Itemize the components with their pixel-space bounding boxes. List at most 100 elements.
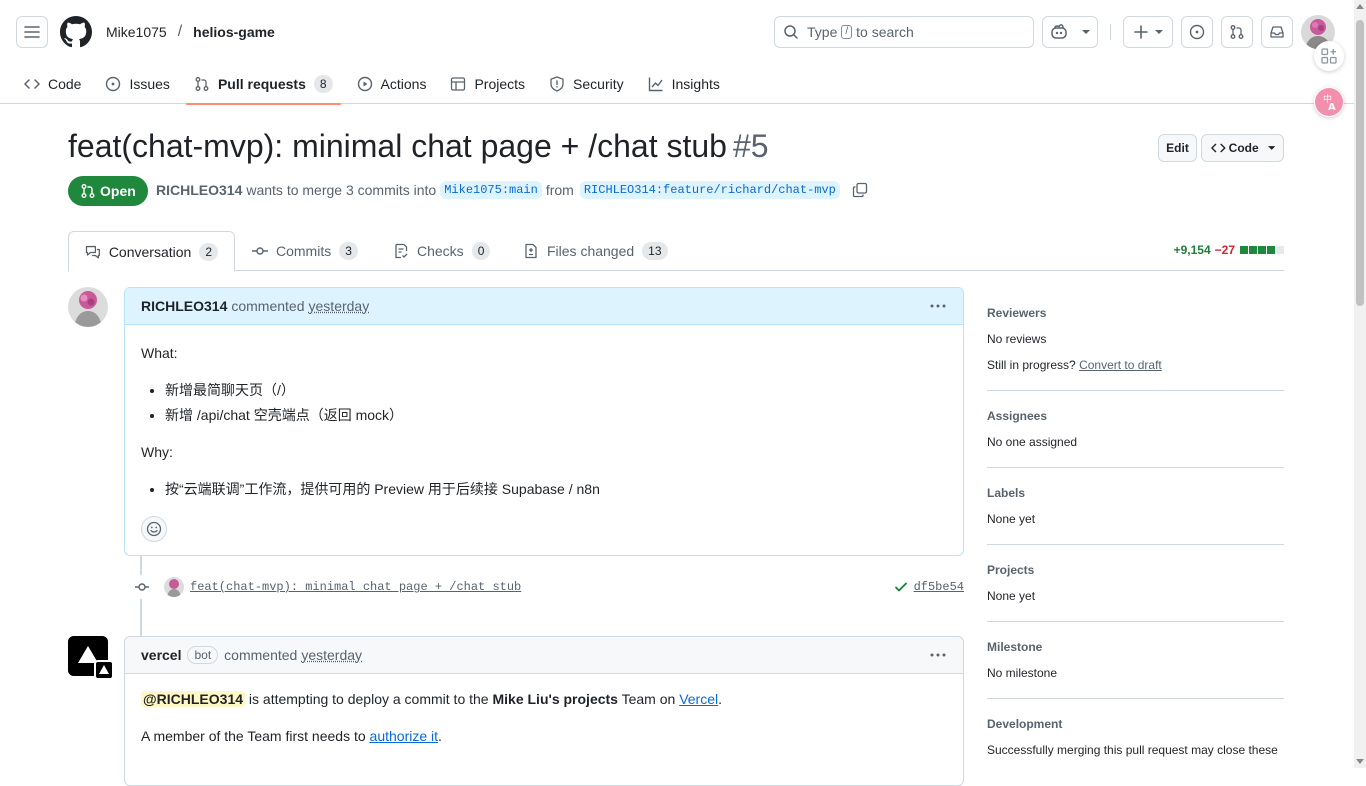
graph-icon — [648, 76, 664, 92]
base-branch[interactable]: Mike1075:main — [440, 181, 542, 199]
kebab-horizontal-icon[interactable] — [929, 646, 947, 664]
list-item: 按“云端联调”工作流，提供可用的 Preview 用于后续接 Supabase … — [165, 479, 947, 500]
table-icon — [450, 76, 466, 92]
comment-author[interactable]: RICHLEO314 — [141, 298, 227, 314]
git-commit-icon — [130, 575, 154, 599]
authorize-link[interactable]: authorize it — [370, 728, 438, 744]
sidebar-assignees: Assignees No one assigned — [987, 399, 1284, 468]
comment-timestamp[interactable]: yesterday — [301, 647, 362, 663]
tab-conversation[interactable]: Conversation 2 — [68, 231, 235, 272]
play-icon — [357, 76, 373, 92]
breadcrumb-owner[interactable]: Mike1075 — [106, 24, 167, 40]
sidebar-reviewers: Reviewers No reviews Still in progress? … — [987, 296, 1284, 391]
tab-insights[interactable]: Insights — [640, 64, 728, 104]
projects-heading[interactable]: Projects — [987, 561, 1284, 579]
menu-button[interactable] — [16, 16, 48, 48]
pull-request-icon — [194, 76, 210, 92]
scroll-up-arrow-icon[interactable] — [1356, 4, 1364, 9]
copilot-button[interactable] — [1042, 16, 1098, 48]
inbox-button[interactable] — [1261, 16, 1293, 48]
comment-author[interactable]: vercel — [141, 647, 181, 663]
create-new-button[interactable] — [1123, 16, 1173, 48]
tab-actions-label: Actions — [381, 76, 427, 92]
comment-discussion-icon — [85, 244, 101, 260]
search-shortcut-key: / — [841, 25, 852, 39]
diffstat-block — [1267, 246, 1275, 254]
tab-commits-label: Commits — [276, 243, 331, 259]
timeline-commit: feat(chat-mvp): minimal chat page + /cha… — [130, 574, 964, 600]
add-reaction-button[interactable] — [141, 516, 167, 542]
sidebar-projects: Projects None yet — [987, 553, 1284, 622]
commit-author-avatar[interactable] — [164, 577, 184, 597]
milestone-heading[interactable]: Milestone — [987, 638, 1284, 656]
tab-checks[interactable]: Checks 0 — [377, 231, 506, 271]
tab-projects[interactable]: Projects — [442, 64, 533, 104]
commit-sha-link[interactable]: df5be54 — [894, 580, 964, 594]
edit-title-button[interactable]: Edit — [1158, 134, 1197, 162]
tab-issues[interactable]: Issues — [97, 64, 177, 104]
comment-body: @RICHLEO314 is attempting to deploy a co… — [125, 674, 963, 779]
chevron-down-icon — [1082, 29, 1090, 35]
head-branch[interactable]: RICHLEO314:feature/richard/chat-mvp — [580, 181, 840, 199]
pull-requests-button[interactable] — [1221, 16, 1253, 48]
scroll-down-arrow-icon[interactable] — [1356, 759, 1364, 764]
code-dropdown-label: Code — [1229, 141, 1259, 155]
what-list: 新增最简聊天页（/） 新增 /api/chat 空壳端点（返回 mock） — [141, 380, 947, 426]
copilot-icon — [1050, 24, 1068, 40]
comment-body: What: 新增最简聊天页（/） 新增 /api/chat 空壳端点（返回 mo… — [125, 325, 963, 558]
shield-icon — [549, 76, 565, 92]
authorize-text: A member of the Team first needs to — [141, 728, 366, 744]
git-commit-icon — [252, 243, 268, 259]
tab-actions[interactable]: Actions — [349, 64, 435, 104]
convert-to-draft-link[interactable]: Convert to draft — [1079, 358, 1162, 372]
search-icon — [783, 24, 799, 40]
assignees-value: No one assigned — [987, 433, 1284, 451]
search-input[interactable]: Type / to search — [774, 16, 1034, 48]
git-pull-request-icon — [1229, 24, 1245, 40]
tab-commits[interactable]: Commits 3 — [236, 231, 374, 271]
commits-count: 3 — [339, 242, 358, 260]
milestone-value: No milestone — [987, 664, 1284, 682]
user-mention[interactable]: @RICHLEO314 — [141, 691, 245, 707]
breadcrumb-repo[interactable]: helios-game — [193, 24, 275, 40]
vercel-link[interactable]: Vercel — [679, 691, 718, 707]
apps-icon — [1320, 47, 1338, 65]
development-heading[interactable]: Development — [987, 715, 1284, 733]
comment-timestamp[interactable]: yesterday — [309, 298, 370, 314]
file-diff-icon — [523, 243, 539, 259]
tab-checks-label: Checks — [417, 243, 464, 259]
reviewers-heading[interactable]: Reviewers — [987, 304, 1284, 322]
git-pull-request-icon — [80, 183, 96, 199]
pr-sidebar: Reviewers No reviews Still in progress? … — [987, 296, 1284, 783]
extension-apps-button[interactable] — [1314, 41, 1344, 71]
issues-button[interactable] — [1181, 16, 1213, 48]
assignees-heading[interactable]: Assignees — [987, 407, 1284, 425]
diffstat-block — [1240, 246, 1248, 254]
kebab-horizontal-icon[interactable] — [929, 297, 947, 315]
plus-icon — [1134, 25, 1148, 39]
scrollbar-thumb[interactable] — [1356, 20, 1364, 306]
conversation-count: 2 — [199, 243, 218, 261]
tab-pull-requests[interactable]: Pull requests 8 — [186, 64, 341, 104]
draft-prefix: Still in progress? — [987, 358, 1076, 372]
labels-heading[interactable]: Labels — [987, 484, 1284, 502]
copy-icon[interactable] — [852, 182, 868, 198]
check-icon — [894, 580, 908, 594]
tab-code-label: Code — [48, 76, 81, 92]
translate-extension-button[interactable]: 中A — [1314, 87, 1344, 117]
comment-header: vercel bot commented yesterday — [125, 637, 963, 674]
page-scrollbar[interactable] — [1354, 0, 1366, 768]
pr-state-badge: Open — [68, 176, 148, 206]
tab-code[interactable]: Code — [16, 64, 89, 104]
pr-state-label: Open — [100, 183, 136, 199]
tab-files-changed[interactable]: Files changed 13 — [507, 231, 684, 271]
github-logo-icon[interactable] — [60, 16, 92, 48]
diffstat-block — [1258, 246, 1266, 254]
app-badge-icon — [94, 660, 114, 680]
comment-author-avatar[interactable] — [68, 287, 108, 327]
commit-message-link[interactable]: feat(chat-mvp): minimal chat page + /cha… — [190, 580, 521, 594]
sidebar-labels: Labels None yet — [987, 476, 1284, 545]
tab-security[interactable]: Security — [541, 64, 632, 104]
pr-author[interactable]: RICHLEO314 — [156, 182, 242, 198]
code-dropdown-button[interactable]: Code — [1201, 134, 1284, 162]
